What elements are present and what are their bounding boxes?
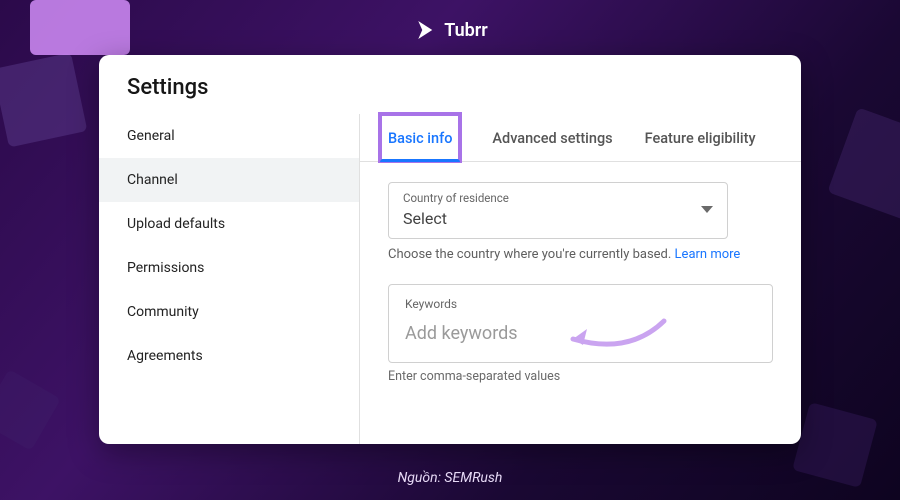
country-value: Select — [403, 209, 447, 228]
tabs: Basic info Advanced settings Feature eli… — [360, 114, 801, 162]
page-title: Settings — [99, 55, 801, 114]
tab-basic-info[interactable]: Basic info — [380, 114, 460, 161]
play-logo-icon — [412, 18, 436, 42]
country-helper: Choose the country where you're currentl… — [388, 247, 773, 262]
sidebar: General Channel Upload defaults Permissi… — [99, 114, 359, 444]
sidebar-item-label: Community — [127, 304, 199, 320]
sidebar-item-label: Agreements — [127, 348, 203, 364]
source-attribution: Nguồn: SEMRush — [398, 470, 503, 486]
sidebar-item-agreements[interactable]: Agreements — [99, 334, 359, 378]
sidebar-item-label: Channel — [127, 172, 178, 188]
tab-label: Advanced settings — [492, 130, 612, 147]
chevron-down-icon — [701, 206, 713, 213]
tab-label: Feature eligibility — [645, 130, 756, 147]
tab-label: Basic info — [388, 130, 452, 147]
keywords-label: Keywords — [405, 297, 756, 311]
sidebar-item-upload-defaults[interactable]: Upload defaults — [99, 202, 359, 246]
learn-more-link[interactable]: Learn more — [675, 247, 741, 262]
helper-text: Choose the country where you're currentl… — [388, 247, 675, 262]
tab-advanced-settings[interactable]: Advanced settings — [492, 114, 612, 161]
sidebar-item-channel[interactable]: Channel — [99, 158, 359, 202]
keywords-placeholder: Add keywords — [405, 323, 756, 344]
country-label: Country of residence — [403, 191, 509, 205]
sidebar-item-permissions[interactable]: Permissions — [99, 246, 359, 290]
country-select[interactable]: Country of residence Select — [388, 182, 728, 239]
sidebar-item-general[interactable]: General — [99, 114, 359, 158]
brand-logo: Tubrr — [412, 18, 488, 42]
sidebar-item-label: Upload defaults — [127, 216, 225, 232]
sidebar-item-label: General — [127, 128, 175, 144]
brand-name: Tubrr — [444, 20, 488, 41]
sidebar-item-label: Permissions — [127, 260, 204, 276]
settings-dialog: Settings General Channel Upload defaults… — [99, 55, 801, 444]
sidebar-item-community[interactable]: Community — [99, 290, 359, 334]
keywords-helper: Enter comma-separated values — [388, 369, 773, 384]
keywords-field[interactable]: Keywords Add keywords — [388, 284, 773, 363]
tab-feature-eligibility[interactable]: Feature eligibility — [645, 114, 756, 161]
content-pane: Basic info Advanced settings Feature eli… — [359, 114, 801, 444]
